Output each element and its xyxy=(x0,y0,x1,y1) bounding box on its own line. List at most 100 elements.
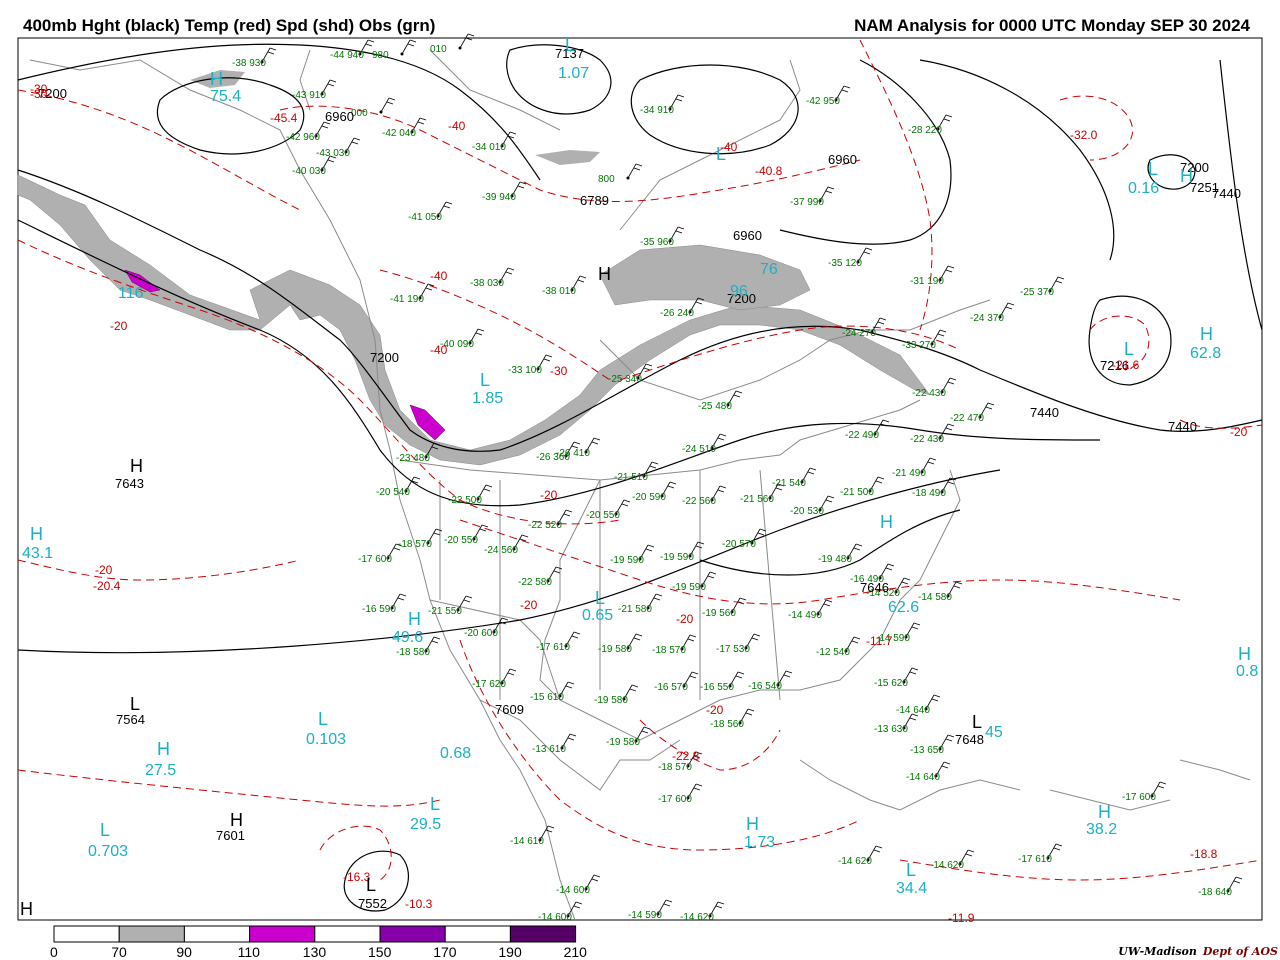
station-obs-label: -35 960 xyxy=(640,237,674,248)
high-marker: H xyxy=(20,899,33,919)
station-obs-label: -17 600 xyxy=(1122,792,1156,803)
station-obs-label: -38 930 xyxy=(232,58,266,69)
height-label: 7440 xyxy=(1168,419,1197,434)
station-obs-label: -38 030 xyxy=(470,278,504,289)
station-obs-label: -42 040 xyxy=(382,128,416,139)
low-marker: L xyxy=(972,712,982,732)
temperature-label: -45.4 xyxy=(270,111,298,125)
station-obs-label: -14 620 xyxy=(930,860,964,871)
station-obs-label: -14 590 xyxy=(628,910,662,921)
height-label: 7200 xyxy=(370,350,399,365)
temperature-label: -20.4 xyxy=(93,579,121,593)
station-obs-label: -22 430 xyxy=(910,434,944,445)
station-obs-label: -17 610 xyxy=(536,642,570,653)
station-obs-label: -25 340 xyxy=(608,374,642,385)
station-obs-label: -25 370 xyxy=(1020,287,1054,298)
credit-line: UW-Madison Dept of AOS xyxy=(1118,945,1278,958)
station-obs-label: -35 120 xyxy=(828,258,862,269)
temperature-label: -32.0 xyxy=(1070,128,1098,142)
station-obs-label: -19 590 xyxy=(672,582,706,593)
station-obs-label: -15 620 xyxy=(874,678,908,689)
station-obs-label: -23 480 xyxy=(396,453,430,464)
speed-legend-colorbar xyxy=(53,925,577,943)
legend-swatch xyxy=(379,925,446,943)
credit-dept: Dept of AOS xyxy=(1202,945,1278,958)
speed-label: 0.8 xyxy=(1236,663,1258,680)
station-obs-label: -21 500 xyxy=(840,487,874,498)
speed-label: 116 xyxy=(118,285,144,302)
station-obs-label: -17 530 xyxy=(716,644,750,655)
height-label: 7440 xyxy=(1030,405,1059,420)
station-obs-label: -14 640 xyxy=(906,772,940,783)
station-obs-label: -21 580 xyxy=(618,604,652,615)
speed-label: 43.1 xyxy=(22,545,53,562)
high-marker: H xyxy=(130,456,143,476)
temperature-label: -18.8 xyxy=(1190,847,1218,861)
station-obs-label: -19 580 xyxy=(606,737,640,748)
temperature-label: -40 xyxy=(448,119,466,133)
legend-swatch xyxy=(183,925,251,943)
weather-map: -38 930-44 940 980010-43 910000-42 040-43… xyxy=(17,33,1263,943)
station-obs-label: -25 480 xyxy=(698,401,732,412)
low-marker: L xyxy=(430,794,440,814)
station-obs-label: -19 580 xyxy=(594,695,628,706)
station-obs-label: -21 550 xyxy=(428,606,462,617)
legend-tick-label: 90 xyxy=(176,944,192,960)
speed-label: 62.8 xyxy=(1190,345,1221,362)
station-obs-label: -20 530 xyxy=(790,506,824,517)
speed-label: 0.103 xyxy=(306,731,346,748)
station-obs-label: -14 620 xyxy=(838,856,872,867)
legend-swatch xyxy=(53,925,120,943)
station-obs-label: -43 910 xyxy=(292,90,326,101)
height-label: 6960 xyxy=(325,109,354,124)
station-obs-label: -18 580 xyxy=(396,647,430,658)
legend-swatch xyxy=(509,925,577,943)
station-obs-label: -13 630 xyxy=(874,724,908,735)
high-marker: H xyxy=(598,264,611,284)
high-marker: H xyxy=(210,69,223,89)
temperature-label: -20 xyxy=(110,319,128,333)
speed-label: 34.4 xyxy=(896,880,927,897)
height-label: 7440 xyxy=(1212,186,1241,201)
station-obs-label: -22 580 xyxy=(518,577,552,588)
height-label: 7643 xyxy=(115,476,144,491)
station-obs-label: -44 940 xyxy=(330,50,364,61)
temperature-label: -22.8 xyxy=(672,749,700,763)
station-obs-label: -31 190 xyxy=(910,276,944,287)
station-obs-label: -24 370 xyxy=(970,313,1004,324)
station-obs-label: -26 410 xyxy=(556,448,590,459)
legend-tick-label: 210 xyxy=(563,944,587,960)
low-marker: L xyxy=(565,35,575,55)
legend-swatch xyxy=(314,925,381,943)
legend-swatch xyxy=(118,925,185,943)
speed-label: 45 xyxy=(985,724,1003,741)
height-label: 7552 xyxy=(358,896,387,911)
credit-org: UW-Madison xyxy=(1118,945,1197,958)
temperature-label: -20 xyxy=(520,598,538,612)
speed-label: 62.6 xyxy=(888,599,919,616)
station-obs-label: -22 560 xyxy=(682,496,716,507)
station-obs-label: -14 490 xyxy=(788,610,822,621)
station-obs-label: -19 590 xyxy=(610,555,644,566)
temperature-label: -30 xyxy=(550,364,568,378)
temperature-label: -40 xyxy=(430,269,448,283)
low-marker: L xyxy=(130,694,140,714)
temperature-label: -40 xyxy=(430,343,448,357)
station-obs-label: -22 470 xyxy=(950,413,984,424)
station-obs-label: -28 220 xyxy=(908,125,942,136)
station-obs-label: -21 540 xyxy=(772,478,806,489)
station-obs-label: -17 610 xyxy=(1018,854,1052,865)
speed-label: 1.73 xyxy=(744,834,775,851)
station-obs-label: -20 570 xyxy=(722,539,756,550)
station-obs-label: -20 600 xyxy=(464,628,498,639)
speed-label: 38.2 xyxy=(1086,821,1117,838)
temperature-label: -20 xyxy=(540,488,558,502)
height-label: 7609 xyxy=(495,702,524,717)
station-obs-label: -17 600 xyxy=(358,554,392,565)
high-marker: H xyxy=(1180,166,1193,186)
station-obs-label: -33 100 xyxy=(508,365,542,376)
high-marker: H xyxy=(408,609,421,629)
station-obs-label: -26 240 xyxy=(660,308,694,319)
height-label: 6960 xyxy=(733,228,762,243)
station-obs-label: -20 540 xyxy=(376,487,410,498)
